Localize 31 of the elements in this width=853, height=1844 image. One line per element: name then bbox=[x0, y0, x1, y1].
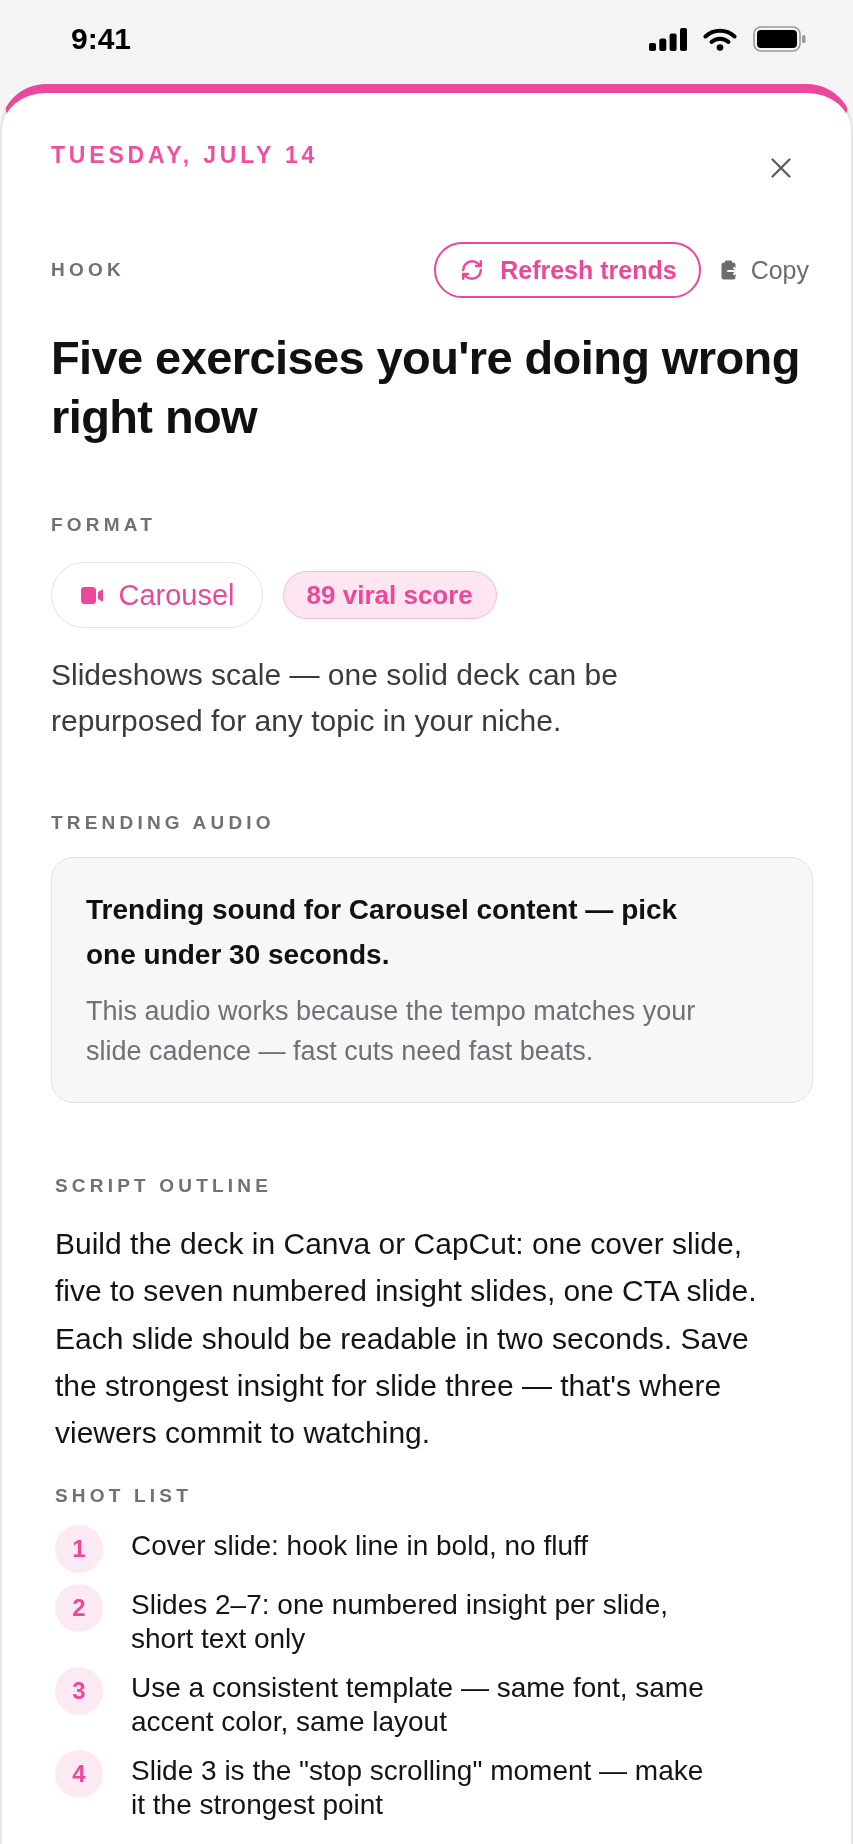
shot-text: Slide 3 is the "stop scrolling" moment — make it the strongest point bbox=[131, 1754, 705, 1823]
shot-number: 4 bbox=[55, 1750, 103, 1799]
wifi-icon bbox=[703, 27, 737, 51]
section-label: SCRIPT OUTLINE bbox=[55, 1174, 274, 1198]
video-camera-icon bbox=[80, 586, 103, 604]
refresh-button[interactable]: Refresh trends bbox=[434, 242, 701, 298]
close-icon bbox=[771, 158, 791, 178]
clipboard-icon bbox=[720, 260, 739, 280]
script-outline-text: Build the deck in Canva or CapCut: one cover slide, five to seven numbered insight slides, one CTA slide. Each slide should be readable in two seconds. Save the strongest insight for slide three — that's where viewers commit to watching. bbox=[55, 1226, 758, 1452]
shot-number: 3 bbox=[55, 1667, 103, 1716]
section-label: TRENDING AUDIO bbox=[51, 810, 276, 835]
battery-icon bbox=[753, 26, 806, 52]
format-chip-label: Carousel bbox=[118, 578, 235, 612]
section-label: HOOK bbox=[51, 258, 126, 282]
copy-button[interactable]: Copy bbox=[720, 255, 809, 285]
signal-icon bbox=[649, 27, 687, 51]
date-heading: TUESDAY, JULY 14 bbox=[51, 141, 319, 170]
audio-explanation: This audio works because the tempo matches your slide cadence — fast cuts need fast beats. bbox=[86, 995, 697, 1068]
shot-text: Use a consistent template — same font, same accent color, same layout bbox=[131, 1671, 705, 1740]
shot-number: 2 bbox=[55, 1584, 103, 1633]
refresh-icon bbox=[460, 258, 485, 282]
shot-number: 1 bbox=[55, 1525, 103, 1574]
audio-title: Trending sound for Carousel content — pick one under 30 seconds. bbox=[86, 892, 679, 972]
hook-title: Five exercises you're doing wrong right now bbox=[51, 330, 801, 445]
viral-score-badge: 89 viral score bbox=[282, 571, 497, 619]
shot-text: Slides 2–7: one numbered insight per slide, short text only bbox=[131, 1588, 669, 1657]
section-label: FORMAT bbox=[51, 513, 158, 537]
section-label: SHOT LIST bbox=[55, 1484, 194, 1509]
status-time: 9:41 bbox=[71, 22, 132, 56]
format-description: Slideshows scale — one solid deck can be repurposed for any topic in your niche. bbox=[51, 656, 619, 739]
shot-text: Cover slide: hook line in bold, no fluff bbox=[131, 1529, 589, 1564]
